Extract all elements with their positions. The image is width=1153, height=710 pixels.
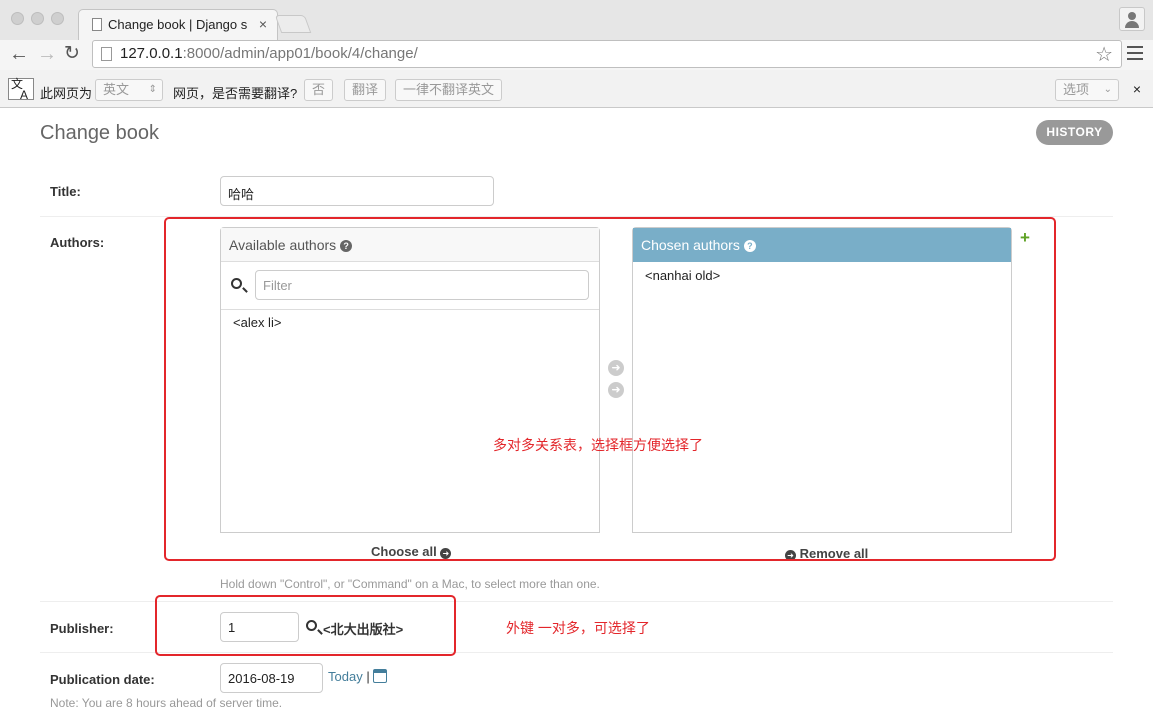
history-button[interactable]: HISTORY (1036, 120, 1113, 145)
many-to-many-annotation-box (164, 217, 1056, 561)
browser-menu-icon[interactable] (1127, 46, 1143, 60)
back-arrow-icon[interactable]: ← (9, 43, 29, 65)
browser-tab[interactable]: Change book | Django site × (78, 9, 278, 40)
document-icon (101, 47, 112, 61)
page-title: Change book (40, 122, 159, 144)
publication-date-label: Publication date: (50, 672, 155, 687)
many-to-many-annotation: 多对多关系表，选择框方便选择了 (493, 437, 703, 453)
tab-close-icon[interactable]: × (259, 16, 267, 32)
publication-date-input[interactable]: 2016-08-19 (220, 663, 323, 693)
calendar-icon[interactable] (373, 669, 388, 683)
new-tab-button[interactable] (274, 15, 312, 33)
forward-arrow-icon[interactable]: → (37, 43, 57, 65)
profile-icon[interactable] (1119, 7, 1145, 31)
today-link[interactable]: Today (328, 669, 363, 684)
admin-content: Change book HISTORY Title: 哈哈 Authors: A… (0, 108, 1153, 710)
translate-button[interactable]: 翻译 (344, 79, 387, 101)
translate-prefix: 此网页为 (40, 86, 93, 101)
address-bar[interactable]: 127.0.0.1:8000/admin/app01/book/4/change… (92, 40, 1122, 68)
foreign-key-annotation: 外键 一对多，可选择了 (506, 620, 650, 636)
bookmark-star-icon[interactable]: ☆ (1095, 42, 1113, 67)
publisher-label: Publisher: (50, 621, 114, 636)
close-translate-icon[interactable]: × (1133, 81, 1141, 97)
authors-helptext: Hold down "Control", or "Command" on a M… (220, 577, 600, 591)
translate-icon: 文A (8, 78, 34, 101)
language-select[interactable]: 英文 ⇕ (95, 79, 163, 101)
date-shortcuts: Today | (328, 669, 388, 684)
tab-title: Change book | Django site (108, 17, 248, 32)
never-translate-button[interactable]: 一律不翻译英文 (395, 79, 503, 101)
no-translate-button[interactable]: 否 (304, 79, 334, 101)
page-icon (92, 18, 102, 31)
date-note: Note: You are 8 hours ahead of server ti… (50, 696, 283, 710)
close-window-button[interactable] (11, 12, 24, 25)
translate-question: 网页，是否需要翻译? (173, 86, 298, 101)
browser-toolbar: ← → ↻ 127.0.0.1:8000/admin/app01/book/4/… (0, 40, 1153, 70)
title-label: Title: (50, 184, 81, 199)
authors-label: Authors: (50, 235, 105, 250)
options-select[interactable]: 选项 ⌄ (1055, 79, 1119, 101)
foreign-key-annotation-box (155, 595, 456, 656)
reload-icon[interactable]: ↻ (64, 43, 80, 65)
browser-titlebar: Change book | Django site × (0, 0, 1153, 40)
minimize-window-button[interactable] (31, 12, 44, 25)
title-input[interactable]: 哈哈 (220, 176, 494, 206)
url-text: 127.0.0.1:8000/admin/app01/book/4/change… (120, 45, 418, 62)
maximize-window-button[interactable] (51, 12, 64, 25)
date-separator: | (366, 669, 370, 684)
translate-bar: 文A 此网页为 英文 ⇕ 网页，是否需要翻译? 否 翻译 一律不翻译英文 选项 ⌄ … (0, 70, 1153, 108)
